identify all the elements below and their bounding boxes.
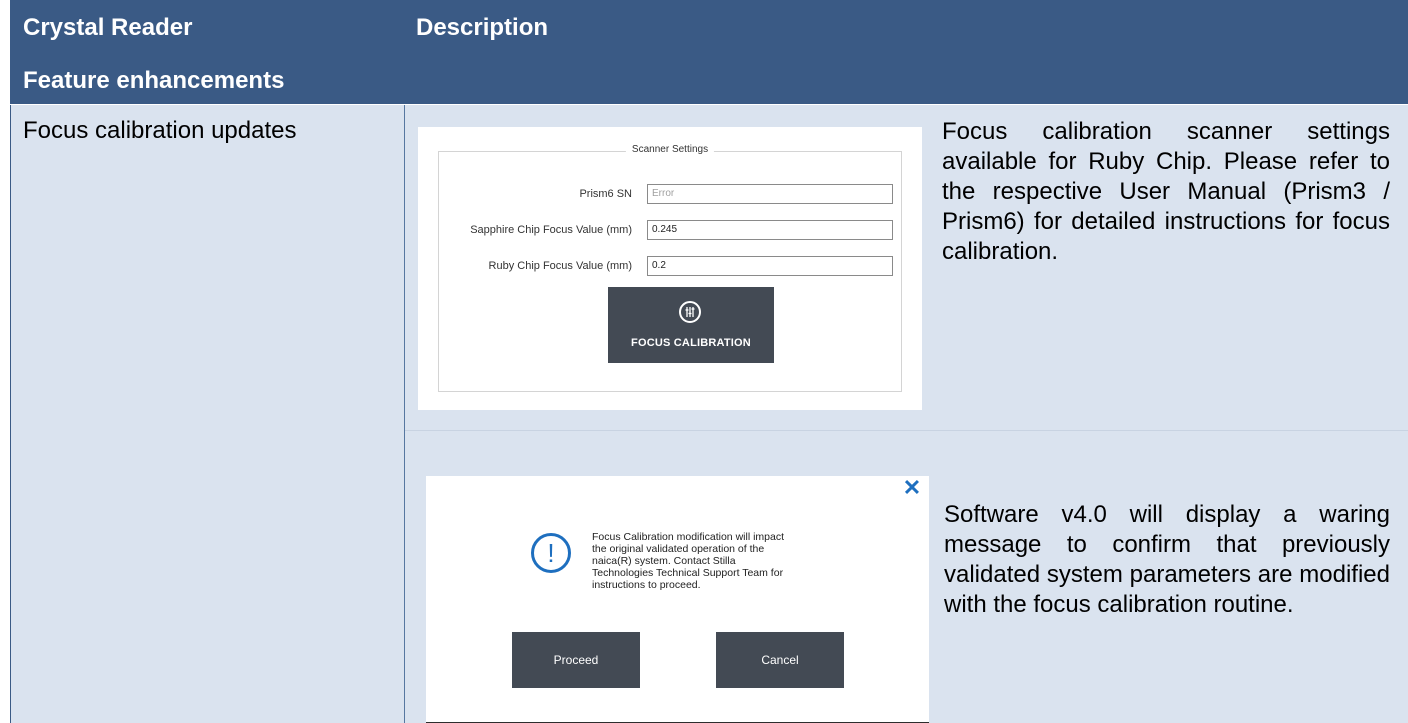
proceed-button[interactable]: Proceed bbox=[512, 632, 640, 688]
sliders-icon bbox=[679, 301, 701, 323]
focus-calibration-label: FOCUS CALIBRATION bbox=[631, 337, 751, 349]
exclamation-icon: ! bbox=[531, 533, 571, 573]
close-icon[interactable]: ✕ bbox=[902, 477, 922, 499]
scanner-settings-title: Scanner Settings bbox=[625, 144, 715, 155]
prism6-sn-label: Prism6 SN bbox=[579, 188, 632, 200]
header-description: Description bbox=[416, 14, 549, 41]
sapphire-focus-input[interactable]: 0.245 bbox=[647, 220, 893, 240]
cancel-button[interactable]: Cancel bbox=[716, 632, 844, 688]
row-divider bbox=[405, 430, 1408, 431]
ruby-focus-input[interactable]: 0.2 bbox=[647, 256, 893, 276]
ruby-focus-label: Ruby Chip Focus Value (mm) bbox=[488, 260, 632, 272]
header-section-title: Feature enhancements bbox=[23, 67, 285, 94]
warning-dialog-screenshot: ✕ ! Focus Calibration modification will … bbox=[426, 476, 929, 723]
table-column-divider bbox=[404, 105, 405, 723]
sapphire-focus-label: Sapphire Chip Focus Value (mm) bbox=[470, 224, 632, 236]
table-header: Crystal Reader Description Feature enhan… bbox=[10, 0, 1408, 104]
scanner-settings-group: Scanner Settings Prism6 SN Error Sapphir… bbox=[438, 144, 902, 392]
scanner-settings-screenshot: Scanner Settings Prism6 SN Error Sapphir… bbox=[418, 127, 922, 410]
warning-message: Focus Calibration modification will impa… bbox=[592, 531, 784, 591]
focus-calibration-button[interactable]: FOCUS CALIBRATION bbox=[608, 287, 774, 363]
description-focus-settings: Focus calibration scanner settings avail… bbox=[942, 118, 1390, 265]
prism6-sn-input[interactable]: Error bbox=[647, 184, 893, 204]
feature-label: Focus calibration updates bbox=[23, 117, 297, 144]
header-crystal-reader: Crystal Reader bbox=[23, 14, 193, 41]
table-border-left bbox=[10, 105, 11, 723]
description-warning-message: Software v4.0 will display a waring mess… bbox=[944, 501, 1390, 618]
